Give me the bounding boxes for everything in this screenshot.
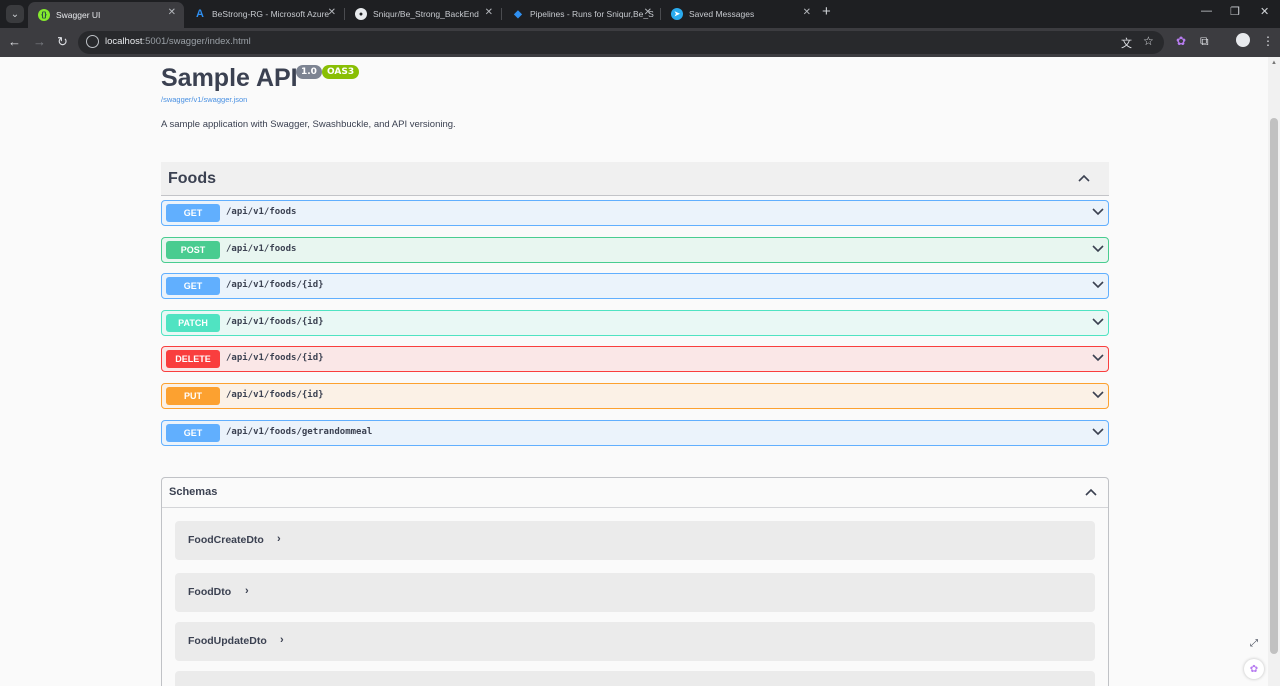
method-badge: PUT [166,387,220,405]
operation-get-foods[interactable]: GET /api/v1/foods [161,200,1109,226]
restore-icon[interactable]: ❐ [1230,5,1240,18]
chevron-up-icon[interactable] [1085,488,1097,498]
schemas-header[interactable]: Schemas [162,478,1108,508]
extension-icon[interactable]: ✿ [1176,34,1186,48]
reload-icon[interactable]: ↻ [57,34,68,50]
schema-model-name: FoodUpdateDto [188,635,267,647]
method-badge: GET [166,424,220,442]
close-icon[interactable]: ✕ [328,7,336,18]
site-info-icon[interactable] [86,35,99,48]
page-scrollbar[interactable]: ▲ [1268,57,1280,686]
operation-path: /api/v1/foods/getrandommeal [226,427,373,437]
chevron-down-icon[interactable] [1092,208,1104,218]
method-badge: GET [166,277,220,295]
chevron-down-icon[interactable] [1092,391,1104,401]
browser-tab-strip: ⌄ {} Swagger UI ✕ A BeStrong-RG - Micros… [0,0,1280,28]
tab-title: Pipelines - Runs for Sniqur,Be_S [530,9,654,19]
operation-path: /api/v1/foods [226,244,297,254]
url-text: localhost:5001/swagger/index.html [105,36,251,47]
close-icon[interactable]: ✕ [803,7,811,18]
spec-json-link[interactable]: /swagger/v1/swagger.json [161,95,247,104]
operation-put-food[interactable]: PUT /api/v1/foods/{id} [161,383,1109,409]
bookmark-star-icon[interactable]: ☆ [1143,34,1154,48]
scroll-up-icon[interactable]: ▲ [1271,60,1277,66]
azure-icon: A [196,8,204,20]
method-badge: DELETE [166,350,220,368]
operation-path: /api/v1/foods/{id} [226,390,324,400]
method-badge: GET [166,204,220,222]
chevron-right-icon[interactable]: › [277,533,281,545]
operation-path: /api/v1/foods/{id} [226,280,324,290]
screen-capture-icon[interactable]: ⤢ [1244,633,1264,653]
operation-patch-food[interactable]: PATCH /api/v1/foods/{id} [161,310,1109,336]
chevron-down-icon[interactable] [1092,281,1104,291]
tab-telegram[interactable]: ➤ Saved Messages ✕ [661,2,819,26]
api-description: A sample application with Swagger, Swash… [161,119,456,130]
tag-section-title: Foods [168,170,216,187]
chevron-right-icon[interactable]: › [280,634,284,646]
operation-post-foods[interactable]: POST /api/v1/foods [161,237,1109,263]
swagger-page: Sample API 1.0 OAS3 /swagger/v1/swagger.… [0,57,1268,686]
operation-delete-food[interactable]: DELETE /api/v1/foods/{id} [161,346,1109,372]
tag-section-foods[interactable]: Foods [161,162,1109,196]
chevron-down-icon[interactable] [1092,354,1104,364]
github-icon: ● [355,8,367,20]
chevron-up-icon[interactable] [1078,174,1090,184]
tab-title: BeStrong-RG - Microsoft Azure [212,9,330,19]
chevron-down-icon[interactable] [1092,245,1104,255]
new-tab-button[interactable]: + [822,3,831,20]
tab-azure[interactable]: A BeStrong-RG - Microsoft Azure ✕ [184,2,344,26]
api-title: Sample API [161,64,298,92]
chevron-down-icon: ⌄ [10,8,20,20]
back-arrow-icon[interactable]: ← [8,34,21,49]
more-menu-icon[interactable]: ⋮ [1262,34,1274,48]
address-bar[interactable]: localhost:5001/swagger/index.html 文 ☆ [78,31,1164,54]
operation-path: /api/v1/foods/{id} [226,317,324,327]
assistant-icon[interactable]: ✿ [1244,659,1264,679]
chevron-down-icon[interactable] [1092,318,1104,328]
extensions-puzzle-icon[interactable]: ⧉ [1200,34,1209,49]
tab-title: Swagger UI [56,10,101,20]
telegram-icon: ➤ [671,8,683,20]
operation-path: /api/v1/foods [226,207,297,217]
close-icon[interactable]: ✕ [644,7,652,18]
tab-github[interactable]: ● Sniqur/Be_Strong_BackEnd ✕ [345,2,501,26]
schema-model[interactable]: FoodDto › [175,573,1095,612]
chevron-right-icon[interactable]: › [245,585,249,597]
method-badge: PATCH [166,314,220,332]
operation-get-food-by-id[interactable]: GET /api/v1/foods/{id} [161,273,1109,299]
forward-arrow-icon[interactable]: → [33,34,46,49]
schema-model[interactable]: FoodUpdateDto › [175,622,1095,661]
close-icon[interactable]: ✕ [168,7,176,18]
tab-azure-devops[interactable]: ◆ Pipelines - Runs for Sniqur,Be_S ✕ [502,2,660,26]
translate-icon[interactable]: 文 [1121,35,1132,51]
tab-title: Saved Messages [689,9,755,19]
schema-model[interactable] [175,671,1095,686]
oas-badge: OAS3 [322,65,360,79]
schema-model-name: FoodDto [188,586,232,598]
window-close-icon[interactable]: ✕ [1260,5,1269,18]
swagger-icon: {} [38,9,50,21]
version-badge: 1.0 [296,65,322,79]
scrollbar-thumb[interactable] [1270,118,1278,654]
schema-model[interactable]: FoodCreateDto › [175,521,1095,560]
schemas-title: Schemas [169,486,218,498]
tab-swagger-ui[interactable]: {} Swagger UI ✕ [28,2,184,28]
tab-search-button[interactable]: ⌄ [6,5,24,23]
tab-title: Sniqur/Be_Strong_BackEnd [373,9,479,19]
operation-path: /api/v1/foods/{id} [226,353,324,363]
schemas-section: Schemas FoodCreateDto › FoodDto › FoodUp… [161,477,1109,686]
close-icon[interactable]: ✕ [485,7,493,18]
schema-model-name: FoodCreateDto [188,534,264,546]
minimize-icon[interactable]: — [1201,5,1212,17]
azure-devops-icon: ◆ [514,8,522,20]
chevron-down-icon[interactable] [1092,428,1104,438]
profile-avatar[interactable] [1236,33,1250,47]
browser-toolbar: ← → ↻ localhost:5001/swagger/index.html … [0,28,1280,57]
method-badge: POST [166,241,220,259]
operation-get-random-meal[interactable]: GET /api/v1/foods/getrandommeal [161,420,1109,446]
